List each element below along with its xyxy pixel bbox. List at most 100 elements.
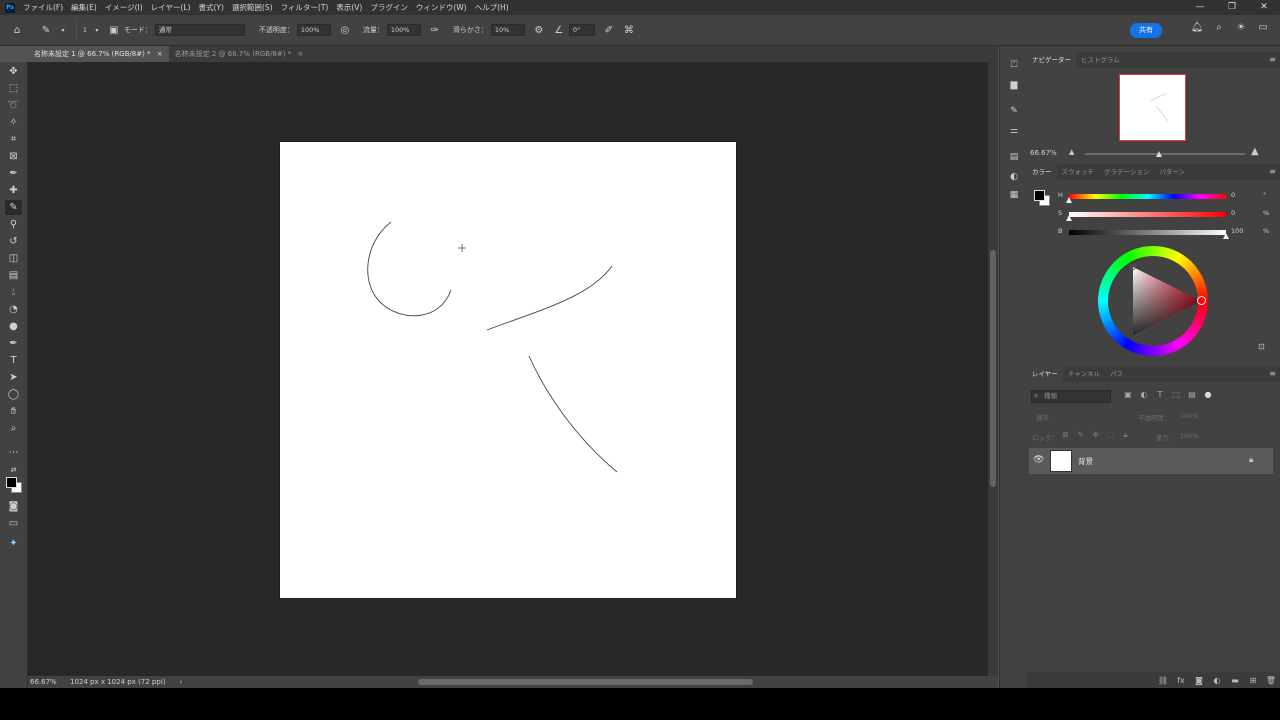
zoom-in-icon[interactable]: ▲ bbox=[1251, 146, 1259, 157]
navigator-zoom-handle[interactable] bbox=[1156, 151, 1162, 157]
layer-style-icon[interactable]: fx bbox=[1172, 676, 1190, 685]
filter-toggle-icon[interactable]: ● bbox=[1200, 390, 1216, 399]
bell-icon[interactable]: 🔔︎ bbox=[1186, 22, 1208, 33]
discover-icon[interactable]: ☀ bbox=[1230, 22, 1252, 33]
menu-filter[interactable]: フィルター(T) bbox=[277, 2, 333, 13]
lock-transparency-icon[interactable]: ⊠ bbox=[1058, 430, 1073, 440]
brush-tool-preset-icon[interactable]: ✎ bbox=[39, 23, 53, 37]
pressure-size-icon[interactable]: ✐ bbox=[602, 23, 616, 37]
panel-menu-icon[interactable]: ≡ bbox=[1269, 52, 1276, 68]
layer-filter-input[interactable]: 種類 bbox=[1031, 390, 1111, 403]
status-zoom[interactable]: 66.67% bbox=[30, 678, 70, 686]
brightness-value[interactable]: 100 bbox=[1231, 227, 1261, 235]
healing-brush-tool-icon[interactable]: ✚ bbox=[5, 183, 22, 198]
adjustment-layer-icon[interactable]: ◐ bbox=[1208, 676, 1226, 685]
new-group-icon[interactable]: ▬ bbox=[1226, 676, 1244, 685]
path-selection-tool-icon[interactable]: ➤ bbox=[5, 370, 22, 385]
navigator-zoom-value[interactable]: 66.67% bbox=[1030, 149, 1057, 157]
color-foreground-swatch[interactable] bbox=[1034, 190, 1045, 201]
type-tool-icon[interactable]: T bbox=[5, 353, 22, 368]
lock-pixels-icon[interactable]: ✎ bbox=[1073, 430, 1088, 440]
navigator-zoom-slider[interactable] bbox=[1085, 153, 1245, 155]
brush-settings-icon[interactable]: ✎ bbox=[1006, 106, 1022, 116]
brush-settings-panel-icon[interactable]: ▣ bbox=[107, 23, 121, 37]
flow-field[interactable]: 100% bbox=[386, 24, 421, 36]
layer-name[interactable]: 背景 bbox=[1078, 456, 1093, 467]
marquee-tool-icon[interactable]: ⬚ bbox=[5, 81, 22, 96]
filter-smartobject-icon[interactable]: ▤ bbox=[1184, 390, 1200, 399]
menu-file[interactable]: ファイル(F) bbox=[19, 2, 67, 13]
filter-adjustment-icon[interactable]: ◐ bbox=[1136, 390, 1152, 399]
pen-tool-icon[interactable]: ✒ bbox=[5, 336, 22, 351]
tab-navigator[interactable]: ナビゲーター bbox=[1027, 52, 1076, 68]
filter-pixel-icon[interactable]: ▣ bbox=[1120, 390, 1136, 399]
history-brush-tool-icon[interactable]: ↺ bbox=[5, 234, 22, 249]
out-of-gamut-icon[interactable]: ⊡ bbox=[1258, 342, 1265, 351]
tab-document-2[interactable]: 名称未設定 2 @ 66.7% (RGB/8#) * × bbox=[169, 46, 310, 62]
tab-paths[interactable]: パス bbox=[1105, 366, 1128, 382]
layer-opacity-value[interactable]: 100% bbox=[1180, 412, 1199, 420]
menu-window[interactable]: ウィンドウ(W) bbox=[412, 2, 471, 13]
filter-type-icon[interactable]: T bbox=[1152, 390, 1168, 399]
fill-value[interactable]: 100% bbox=[1180, 432, 1199, 440]
brightness-slider-handle[interactable] bbox=[1223, 233, 1229, 239]
tab-layers[interactable]: レイヤー bbox=[1027, 366, 1063, 382]
search-icon[interactable]: ⌕ bbox=[1208, 22, 1230, 33]
close-icon[interactable]: × bbox=[157, 50, 163, 58]
home-icon[interactable]: ⌂ bbox=[10, 23, 24, 37]
menu-image[interactable]: イメージ(I) bbox=[101, 2, 147, 13]
horizontal-scrollbar-thumb[interactable] bbox=[418, 679, 753, 685]
angle-field[interactable]: 0° bbox=[568, 24, 595, 36]
symmetry-icon[interactable]: ⌘ bbox=[622, 23, 636, 37]
lock-position-icon[interactable]: ✥ bbox=[1088, 430, 1103, 440]
eyedropper-tool-icon[interactable]: ✒ bbox=[5, 166, 22, 181]
dodge-tool-icon[interactable]: ◔ bbox=[5, 302, 22, 317]
tab-swatches[interactable]: スウォッチ bbox=[1057, 164, 1100, 180]
restore-button[interactable]: ❐ bbox=[1216, 0, 1248, 15]
lock-artboard-icon[interactable]: ⬚ bbox=[1103, 430, 1118, 440]
clone-stamp-tool-icon[interactable]: ⚲ bbox=[5, 217, 22, 232]
new-layer-icon[interactable]: ⊞ bbox=[1244, 676, 1262, 685]
brightness-slider[interactable] bbox=[1069, 230, 1226, 235]
navigator-preview[interactable] bbox=[1119, 74, 1186, 141]
gear-icon[interactable]: ⚙ bbox=[532, 23, 546, 37]
filter-shape-icon[interactable]: ⬚ bbox=[1168, 390, 1184, 399]
crop-tool-icon[interactable]: ⌗ bbox=[5, 132, 22, 147]
layer-mask-icon[interactable]: ◙ bbox=[1190, 676, 1208, 685]
close-icon[interactable]: × bbox=[297, 50, 303, 58]
panel-menu-icon[interactable]: ≡ bbox=[1269, 164, 1276, 180]
lock-all-icon[interactable]: 🔒︎ bbox=[1118, 430, 1133, 440]
vertical-scrollbar-thumb[interactable] bbox=[990, 250, 996, 487]
tab-channels[interactable]: チャンネル bbox=[1063, 366, 1105, 382]
eraser-tool-icon[interactable]: ◫ bbox=[5, 251, 22, 266]
pressure-opacity-icon[interactable]: ◎ bbox=[338, 23, 352, 37]
airbrush-icon[interactable]: ✑ bbox=[428, 23, 442, 37]
brush-size-value[interactable]: 1 bbox=[83, 27, 87, 34]
blend-mode-select[interactable]: 通常 bbox=[1036, 412, 1049, 422]
hand-tool-icon[interactable]: ✋︎ bbox=[5, 404, 22, 419]
chevron-down-icon[interactable]: ▾ bbox=[56, 23, 70, 37]
panel-menu-icon[interactable]: ≡ bbox=[1269, 366, 1276, 382]
lasso-tool-icon[interactable]: ➰ bbox=[5, 98, 22, 113]
move-tool-icon[interactable]: ✥ bbox=[5, 64, 22, 79]
document-canvas[interactable] bbox=[280, 142, 736, 598]
adjustments-icon[interactable]: ⚌ bbox=[1006, 126, 1022, 136]
menu-type[interactable]: 書式(Y) bbox=[195, 2, 228, 13]
hue-ring-handle[interactable] bbox=[1197, 296, 1206, 305]
tab-histogram[interactable]: ヒストグラム bbox=[1076, 52, 1125, 68]
saturation-slider[interactable] bbox=[1069, 212, 1226, 217]
magic-wand-tool-icon[interactable]: ✧ bbox=[5, 115, 22, 130]
properties-icon[interactable]: ◐ bbox=[1006, 172, 1022, 182]
mode-select[interactable]: 通常 bbox=[154, 24, 245, 36]
tab-document-1[interactable]: 名称未設定 1 @ 66.7% (RGB/8#) * × bbox=[28, 46, 169, 62]
menu-edit[interactable]: 編集(E) bbox=[67, 2, 101, 13]
screen-mode-icon[interactable]: ▭ bbox=[5, 516, 22, 531]
zoom-out-icon[interactable]: ▲ bbox=[1069, 148, 1074, 156]
menu-plugins[interactable]: プラグイン bbox=[366, 2, 412, 13]
tab-gradients[interactable]: グラデーション bbox=[1099, 164, 1154, 180]
workspace-icon[interactable]: ▭ bbox=[1252, 22, 1274, 33]
color-triangle[interactable] bbox=[1108, 256, 1198, 346]
smoothing-field[interactable]: 10% bbox=[490, 24, 525, 36]
shape-tool-icon[interactable]: ◯ bbox=[5, 387, 22, 402]
swap-colors-icon[interactable]: ⇄ bbox=[5, 463, 22, 478]
